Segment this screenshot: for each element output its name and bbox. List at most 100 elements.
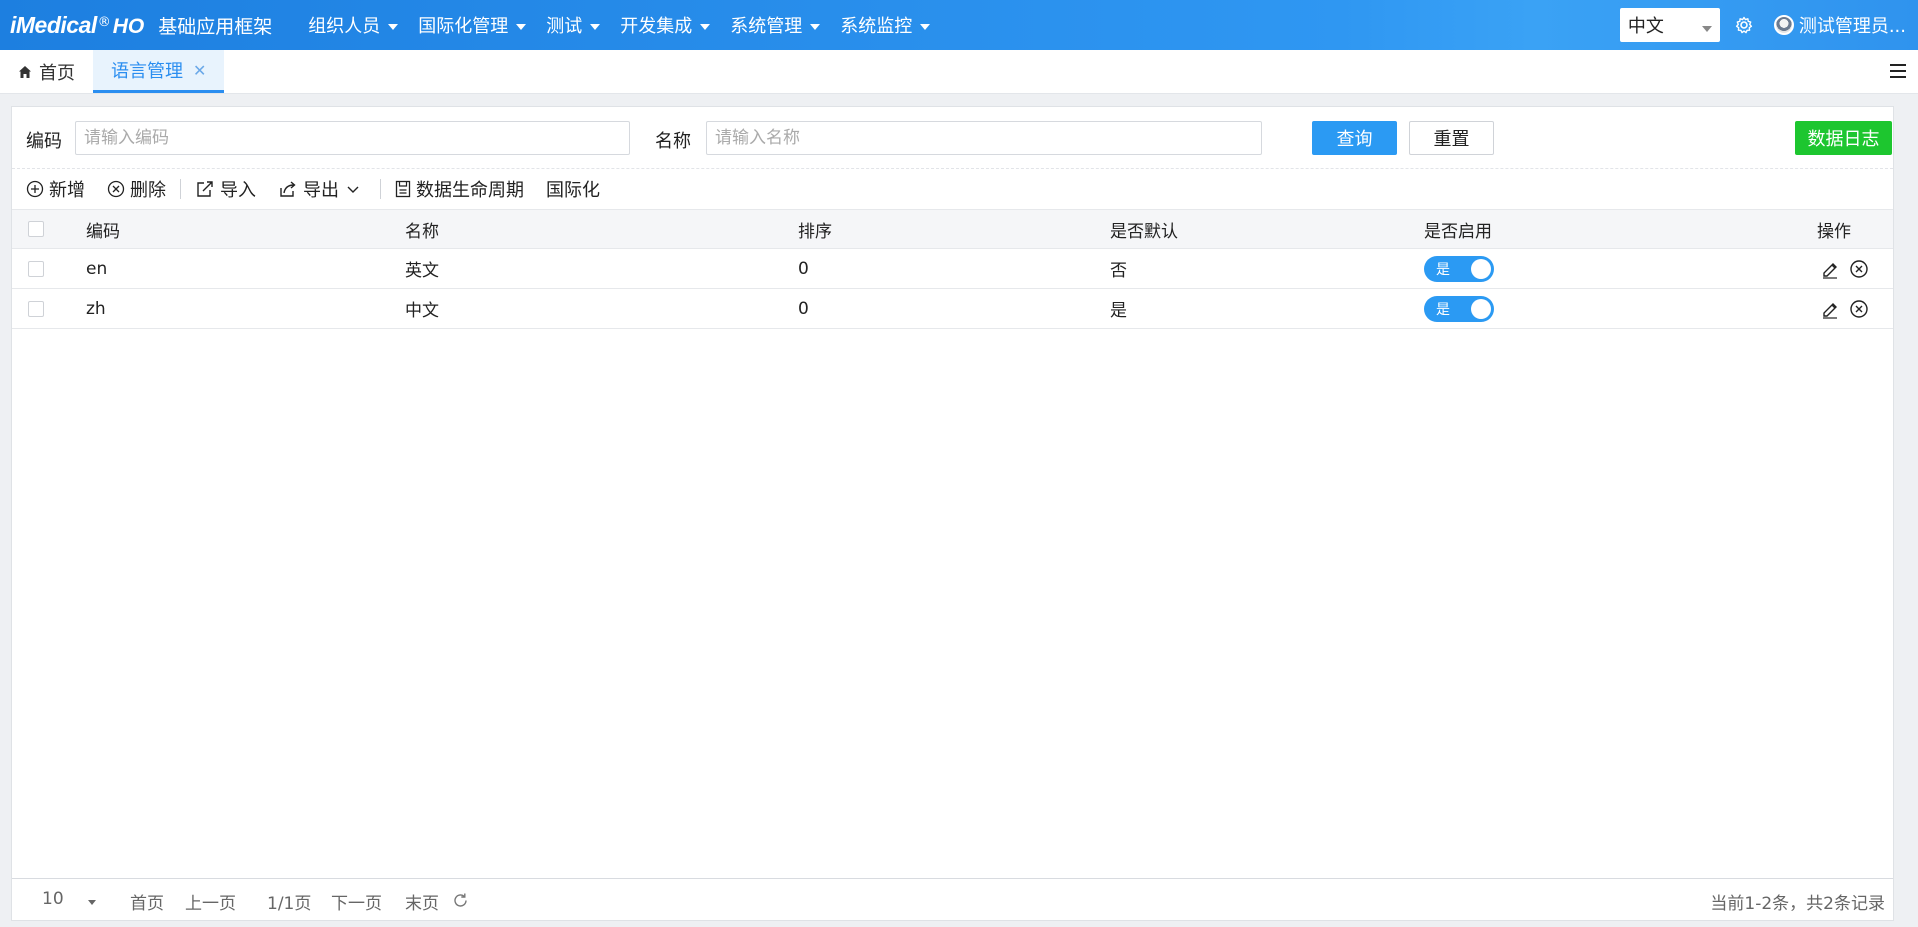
nav-system-monitor[interactable]: 系统监控 [840,0,931,50]
cell-sort: 0 [798,298,809,319]
nav-label: 测试 [546,16,583,37]
row-checkbox[interactable] [28,289,44,328]
row-checkbox[interactable] [28,249,44,288]
table-row[interactable]: zh 中文 0 是 是 [12,289,1893,329]
cell-code: en [86,258,108,279]
edit-icon[interactable] [1820,259,1840,279]
caret-down-icon [700,23,711,30]
export-icon [280,181,296,197]
column-header-actions: 操作 [1817,221,1851,242]
export-button[interactable]: 导出 [278,176,366,202]
code-input[interactable] [75,121,630,155]
i18n-label: 国际化 [546,180,600,201]
table-row[interactable]: en 英文 0 否 是 [12,249,1893,289]
add-button[interactable]: 新增 [26,176,85,202]
app-title: 基础应用框架 [158,15,273,38]
column-header-enabled[interactable]: 是否启用 [1424,210,1492,248]
brand-logo: iMedical [10,11,97,38]
brand-ho: HO [112,14,145,38]
row-actions [1820,249,1878,288]
page-size-select[interactable]: 10 [42,889,96,909]
plus-circle-icon [26,180,44,198]
toggle-label: 是 [1436,261,1450,278]
home-icon [19,65,31,78]
close-icon[interactable]: ✕ [193,61,206,80]
import-label: 导入 [220,180,256,201]
brand: iMedical ® HO 基础应用框架 [0,12,272,39]
delete-icon[interactable] [1849,299,1869,319]
top-nav: 组织人员 国际化管理 测试 开发集成 系统管理 系统监控 [308,0,950,50]
nav-test[interactable]: 测试 [546,0,601,50]
edit-icon[interactable] [1820,299,1840,319]
tab-home[interactable]: 首页 [0,50,93,93]
save-icon [395,180,411,198]
user-name: 测试管理员... [1798,16,1906,37]
name-input[interactable] [706,121,1262,155]
pagination: 10 首页 上一页 1/1页 下一页 末页 当前1-2条，共2条记录 [12,878,1893,920]
row-actions [1820,289,1878,328]
language-select[interactable]: 中文 [1619,8,1720,42]
nav-label: 组织人员 [308,16,381,37]
column-header-name[interactable]: 名称 [405,210,439,248]
chevron-down-icon [87,899,96,905]
cell-name: 中文 [405,301,439,321]
query-button[interactable]: 查询 [1312,121,1397,155]
enabled-toggle[interactable]: 是 [1424,249,1494,288]
gear-icon[interactable] [1734,15,1754,35]
delete-button[interactable]: 删除 [107,176,166,202]
refresh-icon[interactable] [452,892,469,909]
top-header-bar: iMedical ® HO 基础应用框架 组织人员 国际化管理 测试 开发集成 … [0,0,1918,50]
toolbar-divider [380,179,381,199]
enabled-toggle[interactable]: 是 [1424,289,1494,328]
add-label: 新增 [49,180,85,201]
last-page-button[interactable]: 末页 [405,889,439,914]
column-header-default[interactable]: 是否默认 [1110,210,1178,248]
tab-language-management[interactable]: 语言管理 ✕ [93,50,225,93]
prev-page-button[interactable]: 上一页 [185,889,236,914]
nav-i18n-management[interactable]: 国际化管理 [418,0,527,50]
main-panel: 编码 名称 查询 重置 数据日志 新增 删除 导入 导出 数据生命周期 [11,106,1894,921]
export-label: 导出 [303,180,339,201]
nav-org-personnel[interactable]: 组织人员 [308,0,399,50]
cell-sort: 0 [798,258,809,279]
delete-icon[interactable] [1849,259,1869,279]
import-icon [197,181,213,197]
toolbar-divider [180,179,181,199]
column-header-sort[interactable]: 排序 [798,210,832,248]
search-form: 编码 名称 查询 重置 数据日志 [12,107,1893,169]
chevron-down-icon [347,186,359,193]
avatar [1773,15,1794,35]
caret-down-icon [590,23,601,30]
nav-label: 系统管理 [730,16,803,37]
caret-down-icon [388,23,399,30]
nav-label: 系统监控 [840,16,913,37]
i18n-button[interactable]: 国际化 [546,176,600,202]
column-header-code[interactable]: 编码 [86,210,120,248]
tab-label: 语言管理 [111,61,183,82]
cell-default: 否 [1110,261,1127,281]
next-page-button[interactable]: 下一页 [331,889,382,914]
code-label: 编码 [26,131,62,152]
data-lifecycle-button[interactable]: 数据生命周期 [395,176,524,202]
first-page-button[interactable]: 首页 [130,889,164,914]
user-menu[interactable]: 测试管理员... [1773,12,1906,38]
data-log-button[interactable]: 数据日志 [1795,121,1892,155]
page-size-value: 10 [42,889,64,909]
reset-button[interactable]: 重置 [1409,121,1494,155]
import-button[interactable]: 导入 [195,176,256,202]
registered-mark: ® [97,14,111,30]
nav-label: 开发集成 [620,16,693,37]
data-lifecycle-label: 数据生命周期 [416,180,524,201]
tab-bar: 首页 语言管理 ✕ [0,50,1918,94]
caret-down-icon [920,23,931,30]
nav-label: 国际化管理 [418,16,509,37]
caret-down-icon [516,23,527,30]
select-all-checkbox[interactable] [28,210,44,248]
caret-down-icon [810,23,821,30]
hamburger-menu-icon[interactable] [1890,64,1906,78]
current-page-indicator: 1/1页 [267,894,312,914]
delete-label: 删除 [130,180,166,201]
nav-system-management[interactable]: 系统管理 [730,0,821,50]
nav-dev-integration[interactable]: 开发集成 [620,0,711,50]
cell-default: 是 [1110,301,1127,321]
